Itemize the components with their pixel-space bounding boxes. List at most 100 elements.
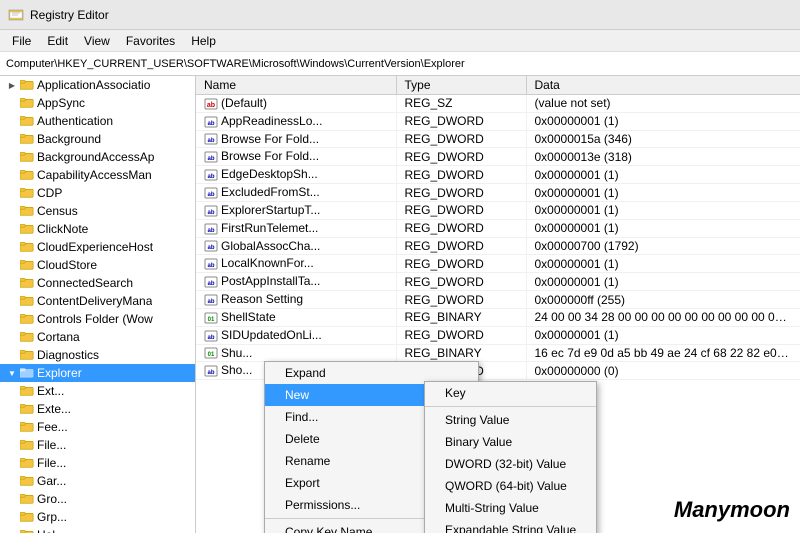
folder-icon — [20, 384, 34, 399]
col-header-name[interactable]: Name — [196, 76, 396, 95]
menu-view[interactable]: View — [76, 32, 118, 50]
tree-item-label: ApplicationAssociatio — [37, 78, 150, 92]
table-row[interactable]: abBrowse For Fold...REG_DWORD0x0000015a … — [196, 130, 800, 148]
data-panel[interactable]: Name Type Data ab(Default)REG_SZ(value n… — [196, 76, 800, 533]
table-row[interactable]: abReason SettingREG_DWORD0x000000ff (255… — [196, 291, 800, 309]
sub-menu-item-label: Binary Value — [445, 435, 512, 449]
tree-item[interactable]: File... — [0, 436, 195, 454]
menu-help[interactable]: Help — [183, 32, 224, 50]
title-bar: Registry Editor — [0, 0, 800, 30]
col-header-data[interactable]: Data — [526, 76, 800, 95]
table-row[interactable]: 01ShellStateREG_BINARY24 00 00 34 28 00 … — [196, 308, 800, 326]
cell-name: abBrowse For Fold... — [196, 148, 396, 166]
table-row[interactable]: abPostAppInstallTa...REG_DWORD0x00000001… — [196, 273, 800, 291]
sub-context-menu[interactable]: Key String Value Binary Value DWORD (32-bit… — [424, 381, 597, 533]
tree-item[interactable]: BackgroundAccessAp — [0, 148, 195, 166]
tree-arrow-icon — [4, 257, 20, 273]
tree-item[interactable]: AppSync — [0, 94, 195, 112]
table-row[interactable]: abEdgeDesktopSh...REG_DWORD0x00000001 (1… — [196, 166, 800, 184]
tree-item[interactable]: Diagnostics — [0, 346, 195, 364]
tree-item[interactable]: Ext... — [0, 382, 195, 400]
tree-item[interactable]: ▶ ApplicationAssociatio — [0, 76, 195, 94]
tree-panel[interactable]: ▶ ApplicationAssociatio AppSync Authenti… — [0, 76, 196, 533]
table-row[interactable]: ab(Default)REG_SZ(value not set) — [196, 95, 800, 113]
tree-item[interactable]: ContentDeliveryMana — [0, 292, 195, 310]
folder-icon — [20, 330, 34, 345]
tree-item[interactable]: Controls Folder (Wow — [0, 310, 195, 328]
tree-item[interactable]: Hol... — [0, 526, 195, 533]
svg-text:ab: ab — [207, 299, 214, 305]
folder-icon — [20, 420, 34, 435]
svg-text:ab: ab — [207, 121, 214, 127]
tree-arrow-icon — [4, 167, 20, 183]
sub-menu-item[interactable]: DWORD (32-bit) Value — [425, 453, 596, 475]
folder-icon — [20, 510, 34, 525]
tree-arrow-icon — [4, 311, 20, 327]
tree-item[interactable]: Background — [0, 130, 195, 148]
cell-data: 0x000000ff (255) — [526, 291, 800, 309]
folder-icon — [20, 78, 34, 93]
app-title: Registry Editor — [30, 8, 109, 22]
tree-item[interactable]: Gro... — [0, 490, 195, 508]
table-row[interactable]: abBrowse For Fold...REG_DWORD0x0000013e … — [196, 148, 800, 166]
tree-item[interactable]: ▼ Explorer — [0, 364, 195, 382]
tree-item-label: Gar... — [37, 474, 66, 488]
tree-item-label: Controls Folder (Wow — [37, 312, 153, 326]
tree-item[interactable]: CapabilityAccessMan — [0, 166, 195, 184]
tree-item-label: CDP — [37, 186, 62, 200]
table-row[interactable]: abGlobalAssocCha...REG_DWORD0x00000700 (… — [196, 237, 800, 255]
cell-name: abAppReadinessLo... — [196, 112, 396, 130]
tree-item[interactable]: CloudStore — [0, 256, 195, 274]
svg-text:ab: ab — [207, 192, 214, 198]
sub-menu-item[interactable]: Binary Value — [425, 431, 596, 453]
tree-item[interactable]: CloudExperienceHost — [0, 238, 195, 256]
svg-text:ab: ab — [207, 102, 215, 109]
tree-item[interactable]: Grp... — [0, 508, 195, 526]
cell-name: abBrowse For Fold... — [196, 130, 396, 148]
tree-arrow-icon — [4, 95, 20, 111]
folder-icon — [20, 294, 34, 309]
cell-type: REG_DWORD — [396, 219, 526, 237]
sub-menu-item[interactable]: Multi-String Value — [425, 497, 596, 519]
folder-icon — [20, 114, 34, 129]
table-row[interactable]: abExplorerStartupT...REG_DWORD0x00000001… — [196, 201, 800, 219]
table-row[interactable]: abLocalKnownFor...REG_DWORD0x00000001 (1… — [196, 255, 800, 273]
cell-name: 01Shu... — [196, 344, 396, 362]
table-row[interactable]: abSIDUpdatedOnLi...REG_DWORD0x00000001 (… — [196, 326, 800, 344]
tree-item[interactable]: Census — [0, 202, 195, 220]
tree-item[interactable]: File... — [0, 454, 195, 472]
tree-item[interactable]: ClickNote — [0, 220, 195, 238]
sub-menu-item[interactable]: QWORD (64-bit) Value — [425, 475, 596, 497]
folder-icon — [20, 132, 34, 147]
tree-item[interactable]: CDP — [0, 184, 195, 202]
tree-item-label: Ext... — [37, 384, 64, 398]
tree-item[interactable]: Gar... — [0, 472, 195, 490]
sub-menu-item[interactable]: Key — [425, 382, 596, 404]
tree-item[interactable]: Cortana — [0, 328, 195, 346]
tree-item-label: ClickNote — [37, 222, 88, 236]
tree-item[interactable]: Exte... — [0, 400, 195, 418]
tree-item[interactable]: Fee... — [0, 418, 195, 436]
tree-item[interactable]: Authentication — [0, 112, 195, 130]
svg-text:ab: ab — [207, 210, 214, 216]
cell-type: REG_DWORD — [396, 273, 526, 291]
table-row[interactable]: abExcludedFromSt...REG_DWORD0x00000001 (… — [196, 184, 800, 202]
cell-type: REG_DWORD — [396, 201, 526, 219]
col-header-type[interactable]: Type — [396, 76, 526, 95]
sub-menu-item-label: String Value — [445, 413, 509, 427]
folder-icon — [20, 150, 34, 165]
table-row[interactable]: abAppReadinessLo...REG_DWORD0x00000001 (… — [196, 112, 800, 130]
tree-arrow-icon — [4, 185, 20, 201]
menu-edit[interactable]: Edit — [39, 32, 76, 50]
table-row[interactable]: abFirstRunTelemet...REG_DWORD0x00000001 … — [196, 219, 800, 237]
menu-favorites[interactable]: Favorites — [118, 32, 183, 50]
sub-menu-item[interactable]: Expandable String Value — [425, 519, 596, 533]
svg-text:ab: ab — [207, 138, 214, 144]
tree-item[interactable]: ConnectedSearch — [0, 274, 195, 292]
cm-item-label: Expand — [285, 366, 326, 380]
cell-name: abExcludedFromSt... — [196, 184, 396, 202]
tree-arrow-icon — [4, 131, 20, 147]
table-row[interactable]: 01Shu...REG_BINARY16 ec 7d e9 0d a5 bb 4… — [196, 344, 800, 362]
menu-file[interactable]: File — [4, 32, 39, 50]
sub-menu-item[interactable]: String Value — [425, 409, 596, 431]
